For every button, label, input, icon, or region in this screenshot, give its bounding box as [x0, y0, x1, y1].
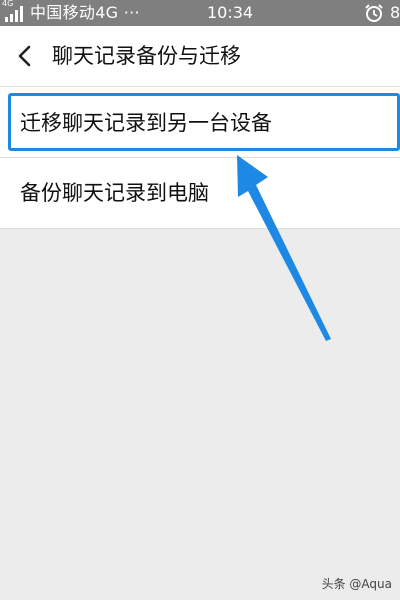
- nav-bar: 聊天记录备份与迁移: [0, 26, 400, 87]
- status-bar: 4G 中国移动4G ··· 10:34 8: [0, 0, 400, 26]
- signal-icon: [5, 6, 23, 22]
- status-time: 10:34: [207, 3, 254, 22]
- option-list: 迁移聊天记录到另一台设备 备份聊天记录到电脑: [0, 87, 400, 229]
- migrate-chat-history-item[interactable]: 迁移聊天记录到另一台设备: [0, 87, 400, 158]
- alarm-icon: [365, 4, 383, 22]
- page-title: 聊天记录备份与迁移: [52, 44, 241, 68]
- watermark: 头条 @Aqua: [321, 577, 392, 591]
- chevron-left-icon[interactable]: [12, 43, 38, 69]
- menu-item-label: 迁移聊天记录到另一台设备: [20, 111, 272, 135]
- carrier-name: 中国移动4G ···: [30, 3, 140, 22]
- menu-item-label: 备份聊天记录到电脑: [20, 181, 209, 205]
- battery-level: 8: [390, 3, 400, 22]
- backup-to-computer-item[interactable]: 备份聊天记录到电脑: [0, 158, 400, 229]
